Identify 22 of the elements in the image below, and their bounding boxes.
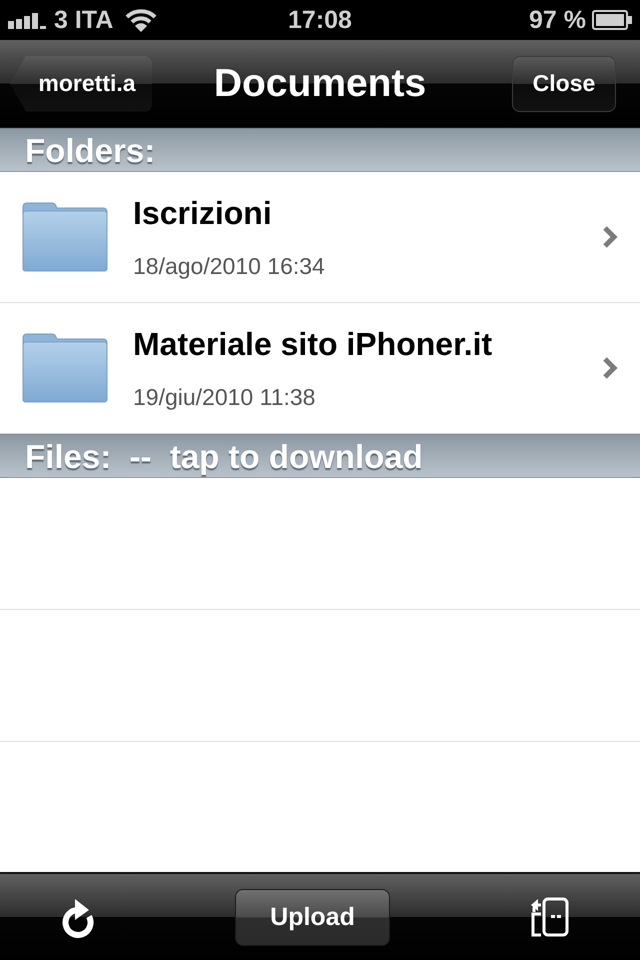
nav-title: Documents — [214, 64, 426, 103]
close-button[interactable]: Close — [512, 56, 616, 112]
folder-date: 18/ago/2010 16:34 — [133, 254, 326, 278]
signal-icon — [8, 11, 46, 29]
battery-percent: 97 % — [529, 8, 586, 32]
chevron-icon — [602, 225, 618, 249]
folder-date: 19/giu/2010 11:38 — [133, 386, 316, 408]
section-header: Files: -- tap to download — [0, 434, 640, 478]
carrier-name: 3 ITA — [54, 8, 114, 32]
upload-button[interactable]: Upload — [235, 888, 390, 946]
folder-name: Iscrizioni — [133, 196, 273, 228]
wifi-icon — [125, 8, 158, 32]
folder-name: Materiale sito iPhoner.it — [133, 328, 494, 360]
folder-icon — [22, 333, 108, 403]
device-switch-icon[interactable] — [529, 897, 569, 937]
section-header: Folders: — [0, 128, 640, 172]
battery-icon — [592, 10, 632, 30]
refresh-icon[interactable] — [60, 896, 96, 938]
folder-icon — [22, 202, 108, 272]
back-button[interactable]: moretti.a — [10, 56, 152, 112]
chevron-icon — [602, 356, 618, 380]
clock-time: 17:08 — [288, 8, 352, 32]
